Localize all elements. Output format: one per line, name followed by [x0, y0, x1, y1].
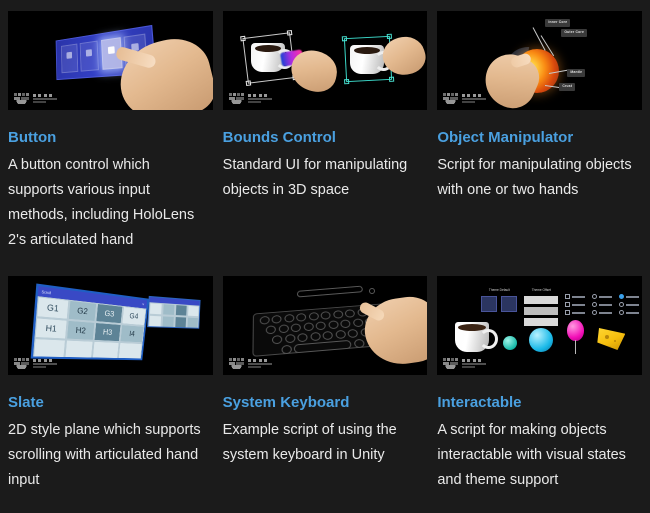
slate-content-grid: G1 G2 G3 G4 H1 H2 H3 I4 [32, 296, 147, 361]
card-button[interactable]: Button A button control which supports v… [8, 11, 213, 253]
slate-cell [148, 314, 163, 328]
keyboard-text-field [296, 285, 363, 298]
teal-sphere [503, 336, 518, 350]
slate-panel-large: Scroll ✕ G1 G2 G3 G4 H1 H2 H3 I4 [30, 283, 150, 361]
button-cell [79, 40, 100, 72]
slate-cell [148, 302, 163, 316]
slate-cell: H1 [34, 317, 68, 340]
card-title[interactable]: Button [8, 130, 213, 145]
card-description: A script for making objects interactable… [437, 422, 626, 488]
slate-panel-small [147, 295, 201, 329]
slate-cell [187, 304, 200, 318]
label-inner-core: Inner Core [545, 19, 571, 27]
label-crust: Crust [559, 83, 576, 91]
theme-swatch [481, 296, 498, 312]
mrtk-logo-icon [443, 93, 459, 104]
coffee-mug-left [250, 43, 294, 72]
ui-panel-group: Theme Default Theme Offset [481, 288, 640, 326]
mrtk-watermark [228, 358, 272, 369]
card-description: A button control which supports various … [8, 157, 195, 248]
coffee-mug [455, 322, 499, 352]
card-description: Standard UI for manipulating objects in … [222, 157, 408, 198]
mrtk-watermark [443, 93, 487, 104]
keyboard-close-icon [368, 288, 375, 294]
slate-cell: G3 [95, 302, 123, 325]
slate-cell: G1 [36, 296, 69, 320]
cheese-wedge [597, 328, 626, 350]
magenta-balloon [567, 320, 585, 341]
label-mantle: Mantle [567, 69, 586, 77]
panel-label: Theme Offset [531, 288, 551, 292]
mrtk-logo-icon [228, 358, 244, 369]
theme-button [524, 296, 559, 304]
theme-default-panel: Theme Default [481, 288, 518, 326]
mrtk-watermark [228, 93, 272, 104]
cyan-sphere [529, 328, 554, 352]
mrtk-logo-icon [228, 93, 244, 104]
radio-column [619, 294, 640, 326]
watermark-text [247, 359, 272, 368]
mrtk-watermark [443, 358, 487, 369]
building-blocks-grid: Button A button control which supports v… [0, 0, 650, 493]
thumbnail-button[interactable] [8, 11, 213, 110]
thumbnail-object-manipulator[interactable]: Inner Core Outer Core Mantle Crust [437, 11, 642, 110]
card-description: 2D style plane which supports scrolling … [8, 422, 201, 488]
slate-cell: G2 [67, 299, 98, 323]
slate-content-grid [148, 302, 200, 329]
card-description: Example script of using the system keybo… [222, 422, 397, 463]
watermark-text [33, 359, 57, 368]
card-title[interactable]: Interactable [437, 395, 642, 410]
card-title[interactable]: Object Manipulator [437, 130, 642, 145]
panel-label: Theme Default [488, 288, 510, 292]
thumbnail-system-keyboard[interactable] [222, 276, 428, 375]
button-cell [60, 43, 79, 74]
slate-cell: H3 [93, 322, 122, 343]
card-interactable[interactable]: Theme Default Theme Offset Interactable … [437, 276, 642, 493]
slate-cell: I4 [119, 324, 145, 344]
card-object-manipulator[interactable]: Inner Core Outer Core Mantle Crust Objec… [437, 11, 642, 253]
watermark-text [462, 359, 487, 368]
card-title[interactable]: Slate [8, 395, 213, 410]
thumbnail-slate[interactable]: Scroll ✕ G1 G2 G3 G4 H1 H2 H3 I4 [8, 276, 213, 375]
thumbnail-interactable[interactable]: Theme Default Theme Offset [437, 276, 642, 375]
card-system-keyboard[interactable]: System Keyboard Example script of using … [222, 276, 428, 493]
card-description: Script for manipulating objects with one… [437, 157, 632, 198]
slate-cell [162, 303, 176, 316]
slate-cell [63, 339, 94, 360]
watermark-text [462, 94, 487, 103]
card-slate[interactable]: Scroll ✕ G1 G2 G3 G4 H1 H2 H3 I4 Slate 2… [8, 276, 213, 493]
balloon-string [575, 340, 577, 354]
slate-cell [117, 342, 143, 361]
mrtk-logo-icon [14, 358, 29, 369]
theme-button [524, 318, 559, 326]
label-outer-core: Outer Core [561, 29, 588, 37]
toggle-column [592, 294, 613, 326]
mrtk-logo-icon [443, 358, 459, 369]
slate-cell [174, 304, 188, 317]
slate-cell [32, 338, 66, 360]
theme-offset-panel: Theme Offset [524, 288, 559, 326]
slate-cell [186, 316, 199, 329]
coffee-mug-right [349, 45, 393, 74]
mrtk-watermark [14, 93, 57, 104]
theme-swatch [501, 296, 518, 312]
slate-cell: H2 [65, 319, 96, 341]
mrtk-logo-icon [14, 93, 29, 104]
slate-cell [161, 315, 175, 328]
watermark-text [33, 94, 57, 103]
mrtk-watermark [14, 358, 57, 369]
card-bounds-control[interactable]: Bounds Control Standard UI for manipulat… [222, 11, 428, 253]
slate-cell: G4 [121, 305, 147, 326]
slate-cell [91, 340, 120, 360]
thumbnail-bounds-control[interactable] [222, 11, 428, 110]
theme-button [524, 307, 559, 315]
card-title[interactable]: System Keyboard [223, 395, 428, 410]
card-title[interactable]: Bounds Control [223, 130, 428, 145]
watermark-text [247, 94, 272, 103]
slate-cell [174, 315, 188, 329]
